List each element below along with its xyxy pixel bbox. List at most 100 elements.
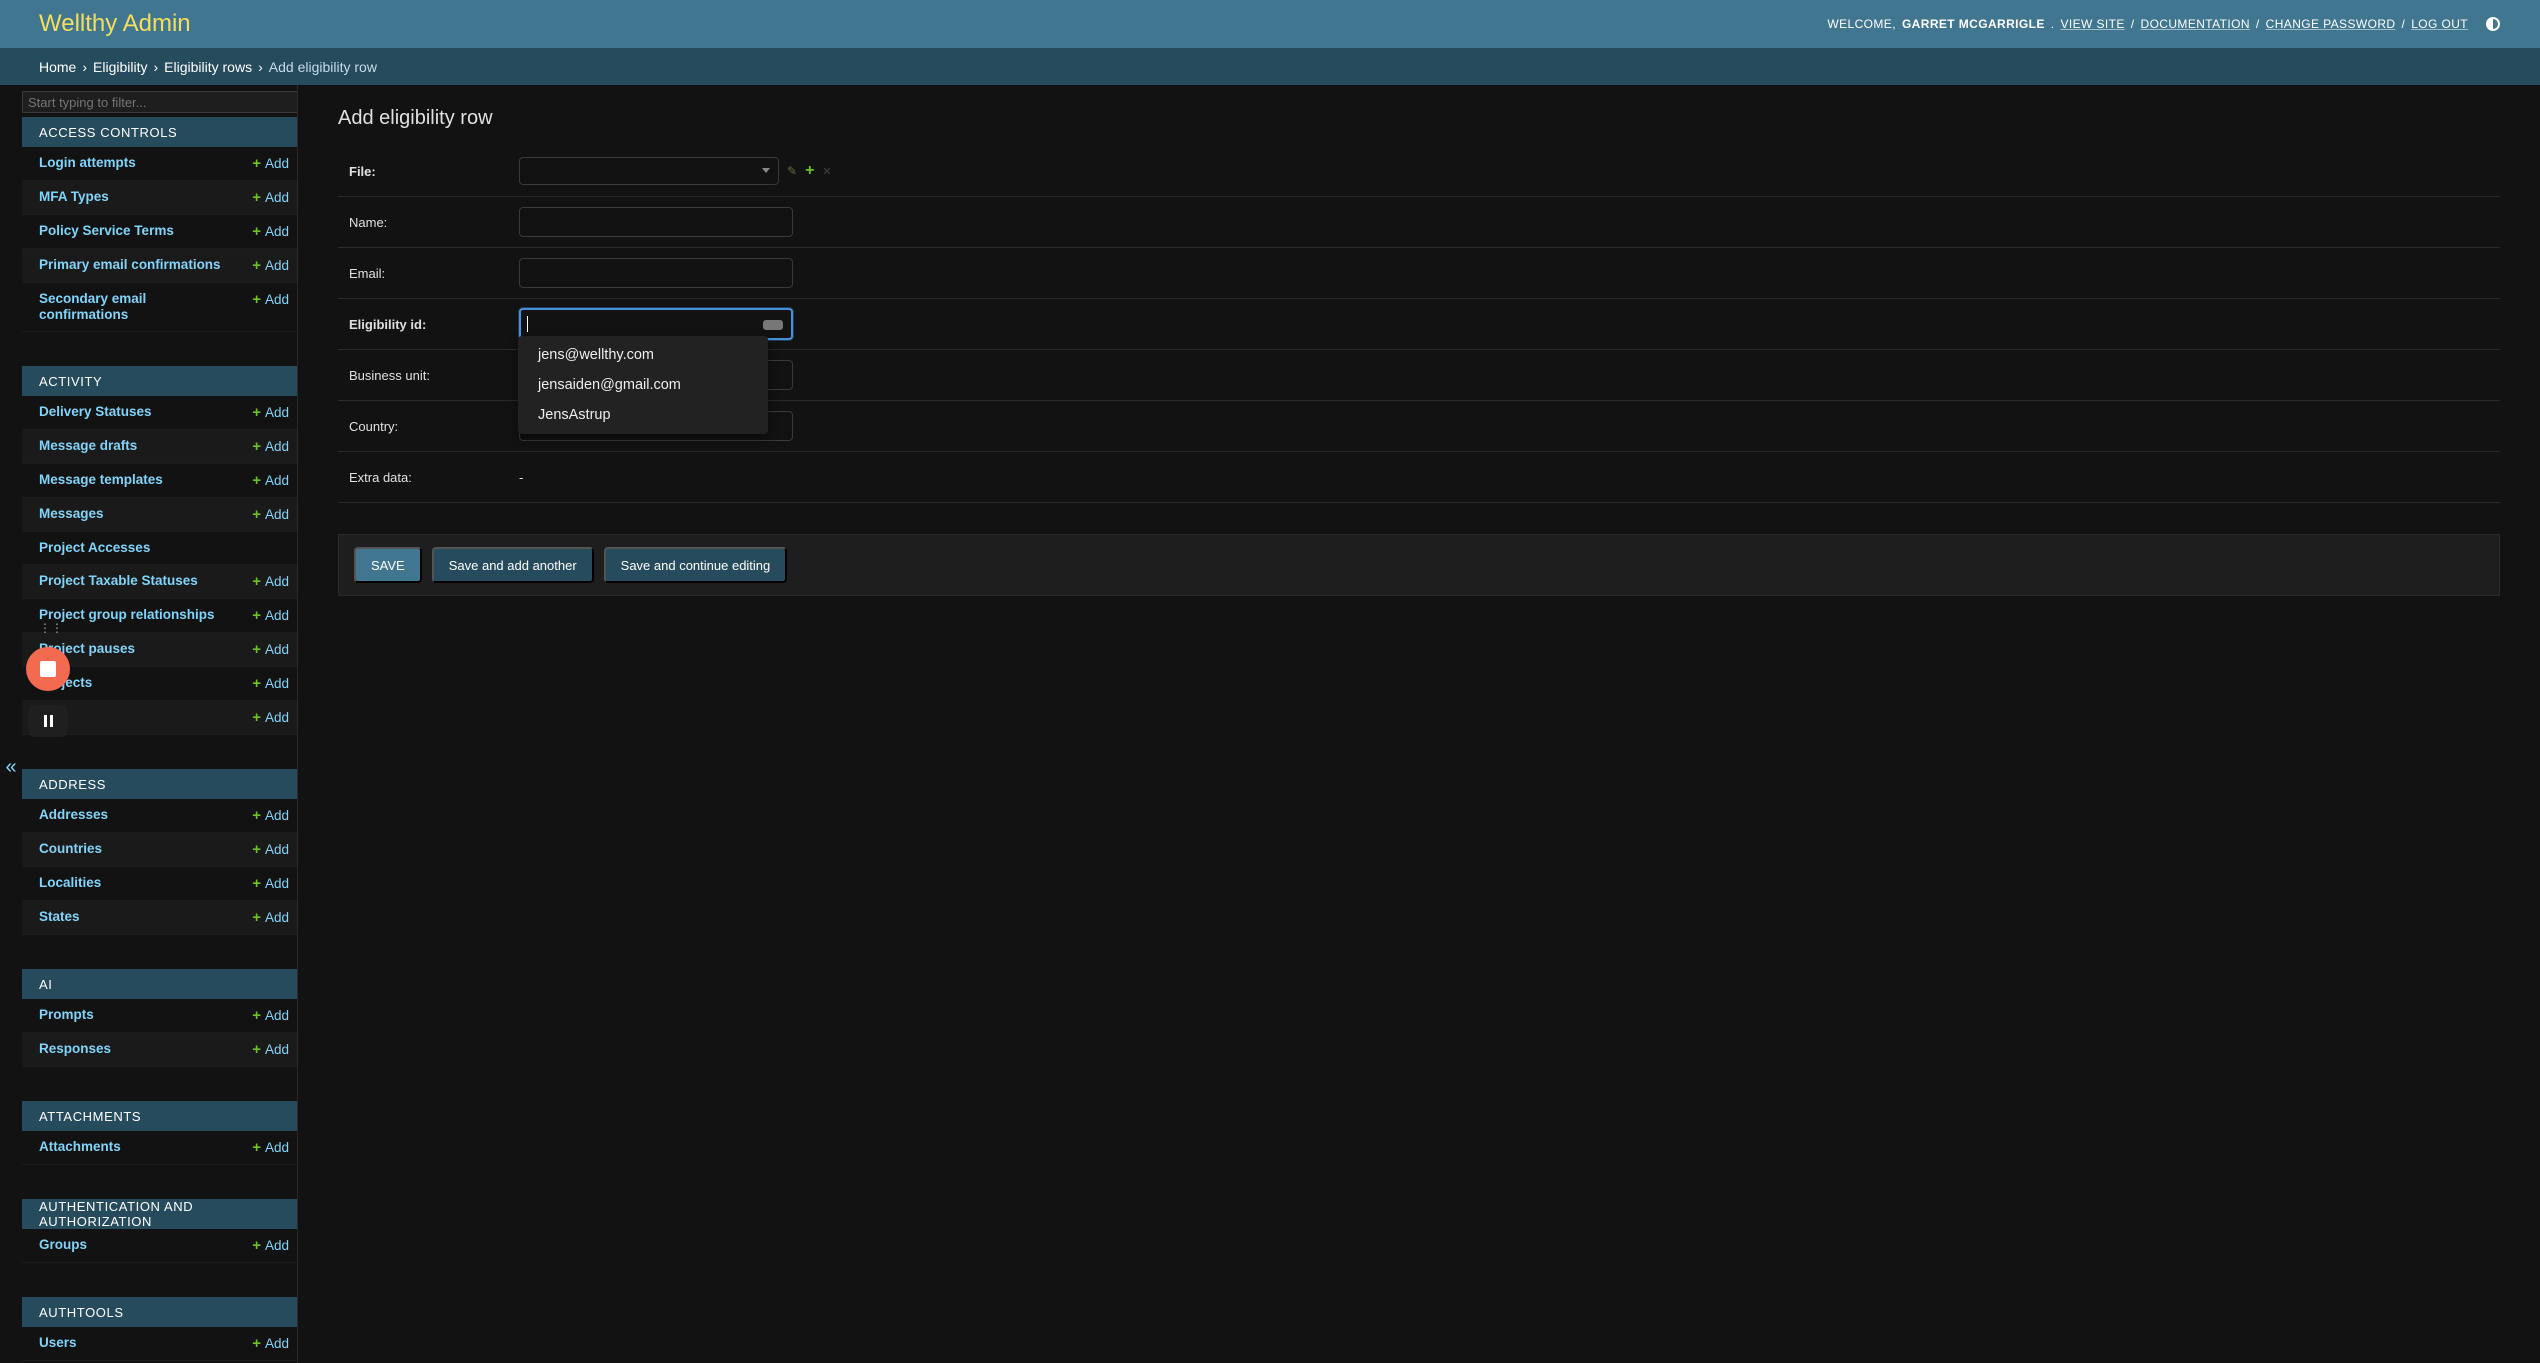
sidebar-model-link[interactable]: Responses: [39, 1041, 111, 1057]
sidebar-model-link[interactable]: Localities: [39, 875, 101, 891]
user-tools: Welcome, Garret McGarrigle. View site / D…: [1827, 17, 2500, 31]
name-field[interactable]: [519, 207, 793, 237]
sidebar-model-link[interactable]: Users: [39, 1335, 77, 1351]
add-model-button[interactable]: + Add: [252, 438, 289, 455]
theme-toggle-icon[interactable]: [2486, 17, 2500, 31]
site-brand[interactable]: Wellthy Admin: [39, 10, 191, 38]
add-label: Add: [264, 1042, 289, 1057]
plus-icon: +: [252, 807, 261, 824]
app-module-caption[interactable]: Authentication and Authorization: [22, 1199, 297, 1229]
add-model-button[interactable]: + Add: [252, 472, 289, 489]
delete-related-icon[interactable]: ✕: [822, 165, 831, 178]
add-model-button[interactable]: + Add: [252, 709, 289, 726]
add-model-button[interactable]: + Add: [252, 1041, 289, 1058]
toggle-sidebar-button[interactable]: «: [0, 752, 22, 782]
sidebar-model-link[interactable]: Countries: [39, 841, 102, 857]
stop-icon: [40, 661, 56, 677]
breadcrumb-eligibility-rows[interactable]: Eligibility rows: [164, 59, 252, 75]
add-label: Add: [264, 473, 289, 488]
app-module-caption[interactable]: Attachments: [22, 1101, 297, 1131]
sidebar-model-link[interactable]: Message drafts: [39, 438, 137, 454]
business-unit-label: Business unit:: [349, 367, 430, 383]
save-and-continue-button[interactable]: Save and continue editing: [603, 547, 788, 583]
documentation-link[interactable]: Documentation: [2141, 17, 2250, 31]
log-out-link[interactable]: Log out: [2411, 17, 2468, 31]
sidebar-model-link[interactable]: Groups: [39, 1237, 87, 1253]
add-label: Add: [264, 292, 289, 307]
sidebar-model-link[interactable]: Primary email confirmations: [39, 257, 221, 273]
sidebar-model-link[interactable]: Secondary email confirmations: [39, 291, 239, 323]
save-and-add-another-button[interactable]: Save and add another: [431, 547, 594, 583]
add-model-button[interactable]: + Add: [252, 223, 289, 240]
add-model-button[interactable]: + Add: [252, 807, 289, 824]
sidebar-model-link[interactable]: Delivery Statuses: [39, 404, 152, 420]
sidebar-model-row: Message templates + Add: [22, 464, 297, 498]
pause-recording-button[interactable]: [28, 705, 68, 737]
add-model-button[interactable]: + Add: [252, 155, 289, 172]
sidebar-model-row: Localities + Add: [22, 867, 297, 901]
plus-icon: +: [252, 257, 261, 274]
app-module-caption[interactable]: AI: [22, 969, 297, 999]
sidebar-model-link[interactable]: Login attempts: [39, 155, 136, 171]
stop-recording-button[interactable]: [26, 647, 70, 691]
breadcrumb-home[interactable]: Home: [39, 59, 76, 75]
add-model-button[interactable]: + Add: [252, 1237, 289, 1254]
add-model-button[interactable]: + Add: [252, 573, 289, 590]
add-model-button[interactable]: + Add: [252, 841, 289, 858]
app-module-caption[interactable]: Address: [22, 769, 297, 799]
add-model-button[interactable]: + Add: [252, 189, 289, 206]
breadcrumb-eligibility[interactable]: Eligibility: [93, 59, 147, 75]
extra-data-label: Extra data:: [349, 469, 412, 485]
add-model-button[interactable]: + Add: [252, 875, 289, 892]
sidebar-model-link[interactable]: Prompts: [39, 1007, 94, 1023]
email-field[interactable]: [519, 258, 793, 288]
autocomplete-option[interactable]: jens@wellthy.com: [518, 340, 768, 370]
sidebar-model-link[interactable]: States: [39, 909, 80, 925]
view-site-link[interactable]: View site: [2060, 17, 2124, 31]
sidebar-model-link[interactable]: Project Taxable Statuses: [39, 573, 198, 589]
add-model-button[interactable]: + Add: [252, 675, 289, 692]
eligibility-id-label: Eligibility id:: [349, 316, 427, 332]
sidebar-model-link[interactable]: Message templates: [39, 472, 163, 488]
plus-icon: +: [252, 573, 261, 590]
app-module-caption[interactable]: Activity: [22, 366, 297, 396]
add-label: Add: [264, 156, 289, 171]
add-label: Add: [264, 808, 289, 823]
add-model-button[interactable]: + Add: [252, 909, 289, 926]
plus-icon: +: [252, 223, 261, 240]
plus-icon: +: [252, 709, 261, 726]
autocomplete-option[interactable]: JensAstrup: [518, 400, 768, 430]
add-model-button[interactable]: + Add: [252, 641, 289, 658]
add-model-button[interactable]: + Add: [252, 1007, 289, 1024]
file-select[interactable]: [519, 157, 779, 185]
sidebar-model-link[interactable]: Messages: [39, 506, 104, 522]
plus-icon: +: [252, 909, 261, 926]
add-model-button[interactable]: + Add: [252, 1139, 289, 1156]
drag-handle-icon[interactable]: ⋮⋮: [39, 621, 63, 635]
autofill-key-icon[interactable]: [763, 320, 783, 330]
edit-related-icon[interactable]: ✎: [787, 164, 797, 178]
sidebar-model-link[interactable]: Project Accesses: [39, 540, 150, 556]
sidebar-model-link[interactable]: MFA Types: [39, 189, 109, 205]
main-content: Add eligibility row File: ✎ + ✕ Name: Em…: [338, 85, 2500, 596]
add-model-button[interactable]: + Add: [252, 506, 289, 523]
autocomplete-option[interactable]: jensaiden@gmail.com: [518, 370, 768, 400]
add-model-button[interactable]: + Add: [252, 291, 289, 308]
add-related-icon[interactable]: +: [805, 162, 814, 180]
add-model-button[interactable]: + Add: [252, 1335, 289, 1352]
pause-icon: [43, 715, 47, 727]
sidebar-model-link[interactable]: Policy Service Terms: [39, 223, 174, 239]
add-model-button[interactable]: + Add: [252, 607, 289, 624]
app-module-caption[interactable]: Authtools: [22, 1297, 297, 1327]
add-label: Add: [264, 190, 289, 205]
save-button[interactable]: Save: [354, 547, 422, 583]
sidebar-model-link[interactable]: Attachments: [39, 1139, 121, 1155]
change-password-link[interactable]: Change password: [2266, 17, 2396, 31]
add-model-button[interactable]: + Add: [252, 257, 289, 274]
form-row-name: Name:: [338, 197, 2500, 248]
nav-filter-input[interactable]: [22, 91, 297, 113]
sidebar-model-link[interactable]: Addresses: [39, 807, 108, 823]
app-module-caption[interactable]: Access Controls: [22, 117, 297, 147]
form-row-eligibility-id: Eligibility id: jens@wellthy.com jensaid…: [338, 299, 2500, 434]
add-model-button[interactable]: + Add: [252, 404, 289, 421]
